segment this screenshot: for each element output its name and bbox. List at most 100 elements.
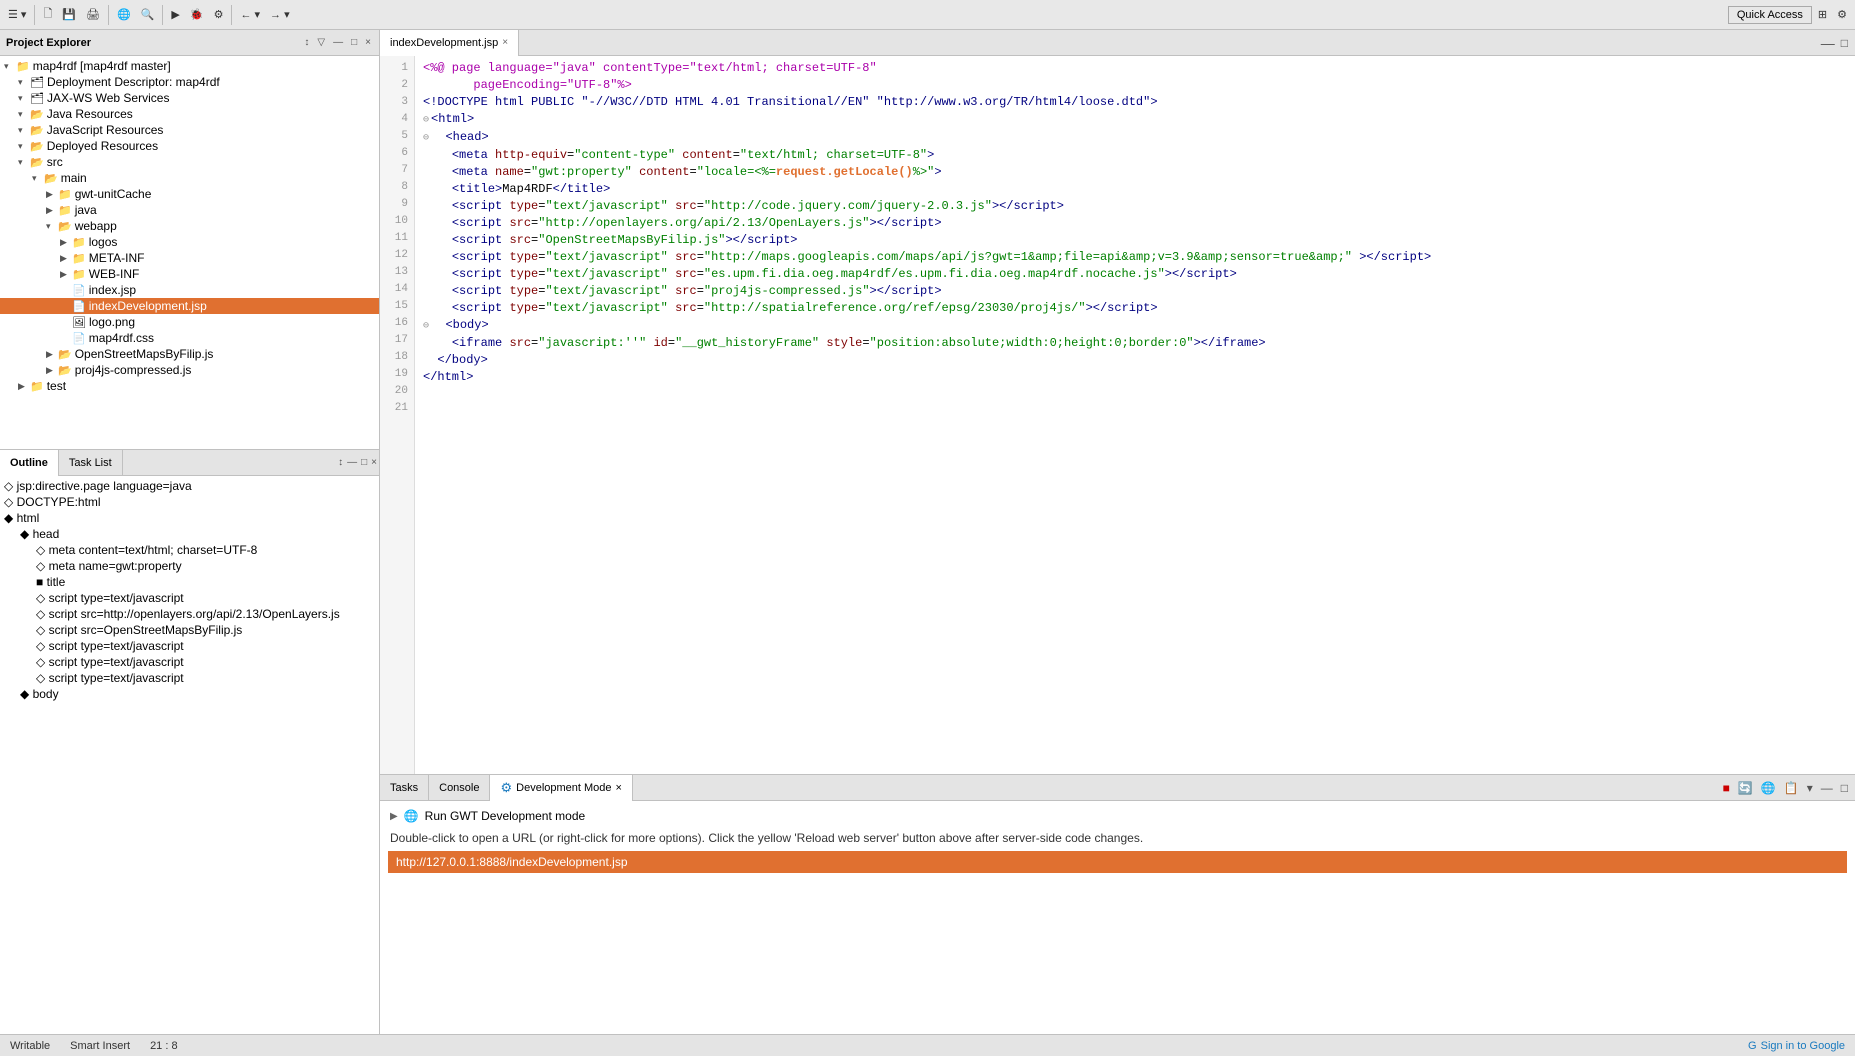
outline-collapse-btn[interactable]: —: [345, 456, 359, 469]
copy-btn[interactable]: 📋: [1781, 780, 1802, 796]
line-number-9: 9: [386, 196, 408, 213]
open-browser-btn[interactable]: 🌐: [1758, 780, 1779, 796]
outline-item[interactable]: ◇ meta name=gwt:property: [0, 558, 379, 574]
outline-item[interactable]: ◇ script type=text/javascript: [0, 670, 379, 686]
editor-tab-indexdev[interactable]: indexDevelopment.jsp ×: [380, 30, 519, 56]
globe-icon: 🌐: [404, 809, 419, 823]
external-btn[interactable]: 🌐: [113, 6, 135, 23]
tree-item-map4rdf[interactable]: ▾📁map4rdf [map4rdf master]: [0, 58, 379, 74]
tree-item-java-res[interactable]: ▾📂Java Resources: [0, 106, 379, 122]
build-btn[interactable]: ⚙: [210, 6, 228, 23]
project-explorer-header: Project Explorer ↕ ▽ — □ ×: [0, 30, 379, 56]
run-btn[interactable]: ▶: [167, 6, 183, 23]
devmode-arrow-icon: ▶: [390, 811, 398, 822]
tree-item-jaxws[interactable]: ▾🗂JAX-WS Web Services: [0, 90, 379, 106]
code-line-13: <script type="text/javascript" src="es.u…: [423, 266, 1847, 283]
outline-panel-container: Outline Task List ↕ — □ × ◇ jsp:directiv…: [0, 450, 379, 1034]
outline-item[interactable]: ■ title: [0, 574, 379, 590]
bottom-content: ▶ 🌐 Run GWT Development mode Double-clic…: [380, 801, 1855, 1034]
search-btn[interactable]: 🔍: [137, 6, 159, 23]
tree-item-indexjsp[interactable]: 📄index.jsp: [0, 282, 379, 298]
bottom-maximize-btn[interactable]: □: [1838, 780, 1851, 796]
outline-item[interactable]: ◇ DOCTYPE:html: [0, 494, 379, 510]
dev-mode-url[interactable]: http://127.0.0.1:8888/indexDevelopment.j…: [388, 851, 1847, 873]
reload-btn[interactable]: 🔄: [1735, 780, 1756, 796]
middle-row: Project Explorer ↕ ▽ — □ × ▾📁map4rdf [ma…: [0, 30, 1855, 1034]
code-content[interactable]: <%@ page language="java" contentType="te…: [415, 56, 1855, 774]
tree-item-gwt-unitcache[interactable]: ▶📁gwt-unitCache: [0, 186, 379, 202]
tree-item-src[interactable]: ▾📂src: [0, 154, 379, 170]
devmode-tab-close[interactable]: ×: [616, 782, 622, 794]
editor-minimize-btn[interactable]: —: [1818, 34, 1838, 52]
save-btn[interactable]: 💾: [58, 6, 80, 23]
outline-item[interactable]: ◇ script src=OpenStreetMapsByFilip.js: [0, 622, 379, 638]
console-tab-label: Console: [439, 782, 479, 794]
outline-item[interactable]: ◆ head: [0, 526, 379, 542]
outline-item[interactable]: ◇ script src=http://openlayers.org/api/2…: [0, 606, 379, 622]
tree-item-openstreetmaps[interactable]: ▶📂OpenStreetMapsByFilip.js: [0, 346, 379, 362]
outline-item[interactable]: ◇ meta content=text/html; charset=UTF-8: [0, 542, 379, 558]
tree-item-meta-inf[interactable]: ▶📁META-INF: [0, 250, 379, 266]
bottom-tab-bar: Tasks Console ⚙ Development Mode × ■ 🔄 🌐: [380, 775, 1855, 801]
line-number-5: 5: [386, 128, 408, 145]
project-tree: ▾📁map4rdf [map4rdf master]▾🗂Deployment D…: [0, 56, 379, 449]
tasks-tab[interactable]: Tasks: [380, 775, 429, 801]
outline-tab[interactable]: Outline: [0, 450, 59, 476]
debug-btn[interactable]: 🐞: [186, 6, 208, 23]
bottom-minimize-btn[interactable]: —: [1818, 780, 1836, 796]
outline-item[interactable]: ◆ html: [0, 510, 379, 526]
editor-area: indexDevelopment.jsp × — □ 1234567891011…: [380, 30, 1855, 774]
forward-btn[interactable]: → ▾: [266, 6, 294, 23]
outline-sync-btn[interactable]: ↕: [336, 456, 345, 469]
editor-maximize-btn[interactable]: □: [1838, 35, 1851, 51]
tree-item-proj4js[interactable]: ▶📂proj4js-compressed.js: [0, 362, 379, 378]
cursor-position: 21 : 8: [150, 1040, 178, 1052]
pe-filter-btn[interactable]: ▽: [315, 36, 327, 49]
settings-btn[interactable]: ⚙: [1833, 6, 1851, 23]
tree-item-deployment[interactable]: ▾🗂Deployment Descriptor: map4rdf: [0, 74, 379, 90]
line-numbers: 123456789101112131415161718192021: [380, 56, 415, 774]
tree-item-indexdev[interactable]: 📄indexDevelopment.jsp: [0, 298, 379, 314]
tasklist-tab[interactable]: Task List: [59, 450, 123, 476]
perspective-btn[interactable]: ⊞: [1814, 6, 1831, 23]
devmode-tab[interactable]: ⚙ Development Mode ×: [490, 775, 632, 801]
outline-max-btn[interactable]: □: [359, 456, 369, 469]
print-btn[interactable]: 🖨: [82, 6, 104, 23]
bottom-panel: Tasks Console ⚙ Development Mode × ■ 🔄 🌐: [380, 774, 1855, 1034]
tree-item-logopng[interactable]: 🖼logo.png: [0, 314, 379, 330]
outline-tree: ◇ jsp:directive.page language=java◇ DOCT…: [0, 476, 379, 1034]
outline-item[interactable]: ◇ jsp:directive.page language=java: [0, 478, 379, 494]
console-tab[interactable]: Console: [429, 775, 490, 801]
outline-item[interactable]: ◇ script type=text/javascript: [0, 590, 379, 606]
pe-max-btn[interactable]: □: [349, 36, 359, 49]
pe-sync-btn[interactable]: ↕: [302, 36, 311, 49]
pe-close-btn[interactable]: ×: [363, 36, 373, 49]
tree-item-test[interactable]: ▶📁test: [0, 378, 379, 394]
tree-item-map4rdfcss[interactable]: 📄map4rdf.css: [0, 330, 379, 346]
toolbar-btn-1[interactable]: ☰ ▾: [4, 6, 30, 23]
outline-close-btn[interactable]: ×: [369, 456, 379, 469]
outline-item[interactable]: ◇ script type=text/javascript: [0, 638, 379, 654]
sign-in-label[interactable]: Sign in to Google: [1761, 1040, 1845, 1052]
back-btn[interactable]: ← ▾: [236, 6, 264, 23]
tree-item-js-res[interactable]: ▾📂JavaScript Resources: [0, 122, 379, 138]
tree-item-web-inf[interactable]: ▶📁WEB-INF: [0, 266, 379, 282]
tree-item-deployed[interactable]: ▾📂Deployed Resources: [0, 138, 379, 154]
editor-tab-close[interactable]: ×: [502, 37, 508, 48]
tree-item-main[interactable]: ▾📂main: [0, 170, 379, 186]
stop-btn[interactable]: ■: [1720, 780, 1733, 796]
bottom-collapse-btn[interactable]: ▾: [1804, 780, 1816, 796]
outline-item[interactable]: ◇ script type=text/javascript: [0, 654, 379, 670]
tree-item-java[interactable]: ▶📁java: [0, 202, 379, 218]
quick-access-button[interactable]: Quick Access: [1728, 6, 1812, 24]
sep3: [162, 5, 163, 25]
tree-item-logos[interactable]: ▶📁logos: [0, 234, 379, 250]
new-btn[interactable]: 🗋: [39, 3, 56, 26]
line-number-18: 18: [386, 349, 408, 366]
sign-in-area[interactable]: G Sign in to Google: [1748, 1040, 1845, 1052]
outline-item[interactable]: ◆ body: [0, 686, 379, 702]
tree-item-webapp[interactable]: ▾📂webapp: [0, 218, 379, 234]
code-container[interactable]: 123456789101112131415161718192021 <%@ pa…: [380, 56, 1855, 774]
pe-collapse-btn[interactable]: —: [331, 36, 345, 49]
code-line-12: <script type="text/javascript" src="http…: [423, 249, 1847, 266]
